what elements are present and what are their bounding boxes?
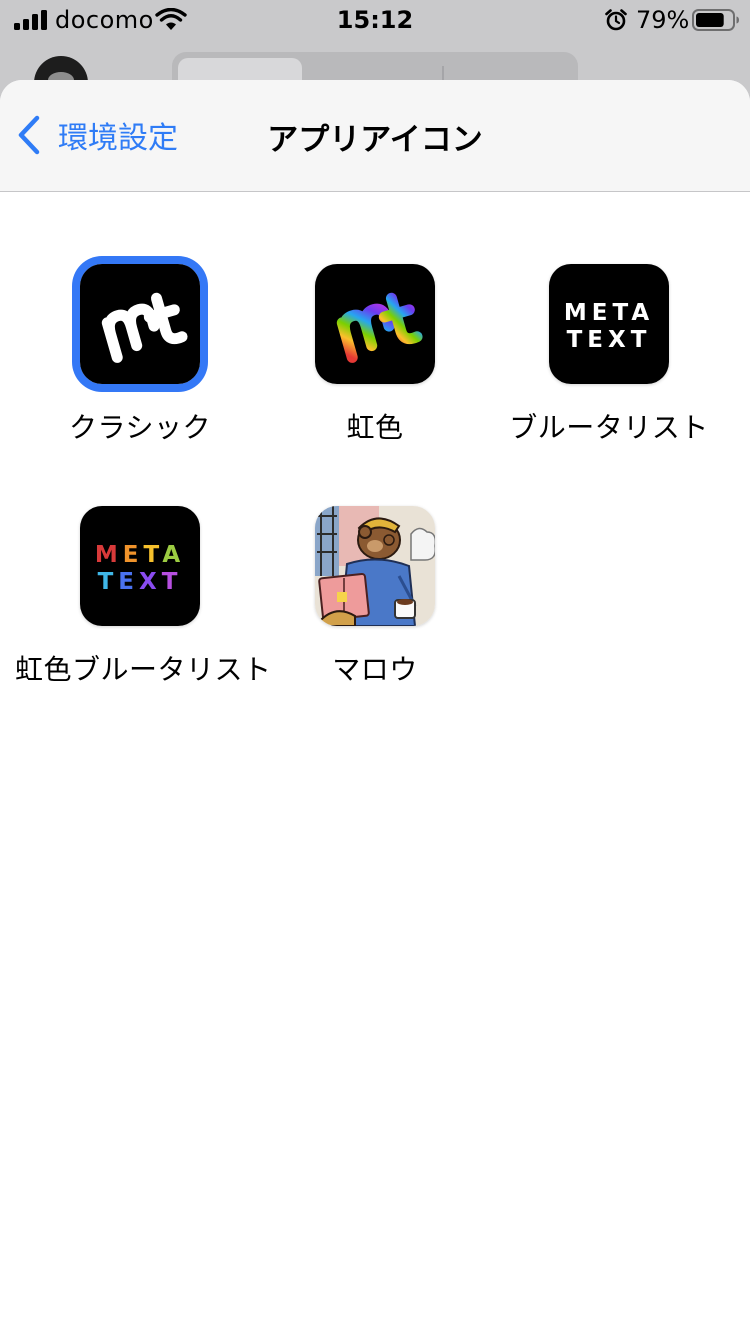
chevron-left-icon (18, 115, 40, 155)
carrier-name: docomo (55, 6, 154, 34)
icon-option-label: 虹色 (346, 411, 404, 444)
signal-icon (14, 10, 47, 30)
alarm-icon (605, 9, 627, 31)
icon-text-line2: TEXT (98, 569, 183, 595)
brutalist-metatext-icon: META TEXT (549, 264, 669, 384)
icon-option-label: クラシック (69, 411, 211, 444)
icon-text-line1: META (95, 542, 185, 568)
navigation-bar: 環境設定 アプリアイコン (0, 80, 750, 192)
battery-icon (692, 9, 739, 31)
app-icon-sheet: 環境設定 アプリアイコン クラシック 虹色 META TEXT ブルータリスト … (0, 80, 750, 1334)
status-time: 15:12 (336, 6, 414, 34)
rainbow-mt-logo-icon (315, 264, 435, 384)
rainbow-brutalist-metatext-icon: META TEXT (80, 506, 200, 626)
icon-option-label: 虹色ブルータリスト (15, 653, 272, 686)
icon-option-label: マロウ (332, 653, 418, 686)
back-button-label: 環境設定 (58, 121, 178, 156)
classic-mt-logo-icon (80, 264, 200, 384)
wifi-icon (155, 8, 187, 30)
marrow-bear-illustration-icon (315, 506, 435, 626)
icon-text-line2: TEXT (567, 327, 652, 353)
back-button[interactable]: 環境設定 (16, 112, 178, 158)
icon-text-line1: META (564, 300, 654, 326)
status-bar: docomo 15:12 79% (0, 0, 750, 40)
battery-percentage: 79% (636, 6, 690, 34)
icon-option-label: ブルータリスト (509, 411, 709, 444)
page-title: アプリアイコン (267, 122, 483, 158)
